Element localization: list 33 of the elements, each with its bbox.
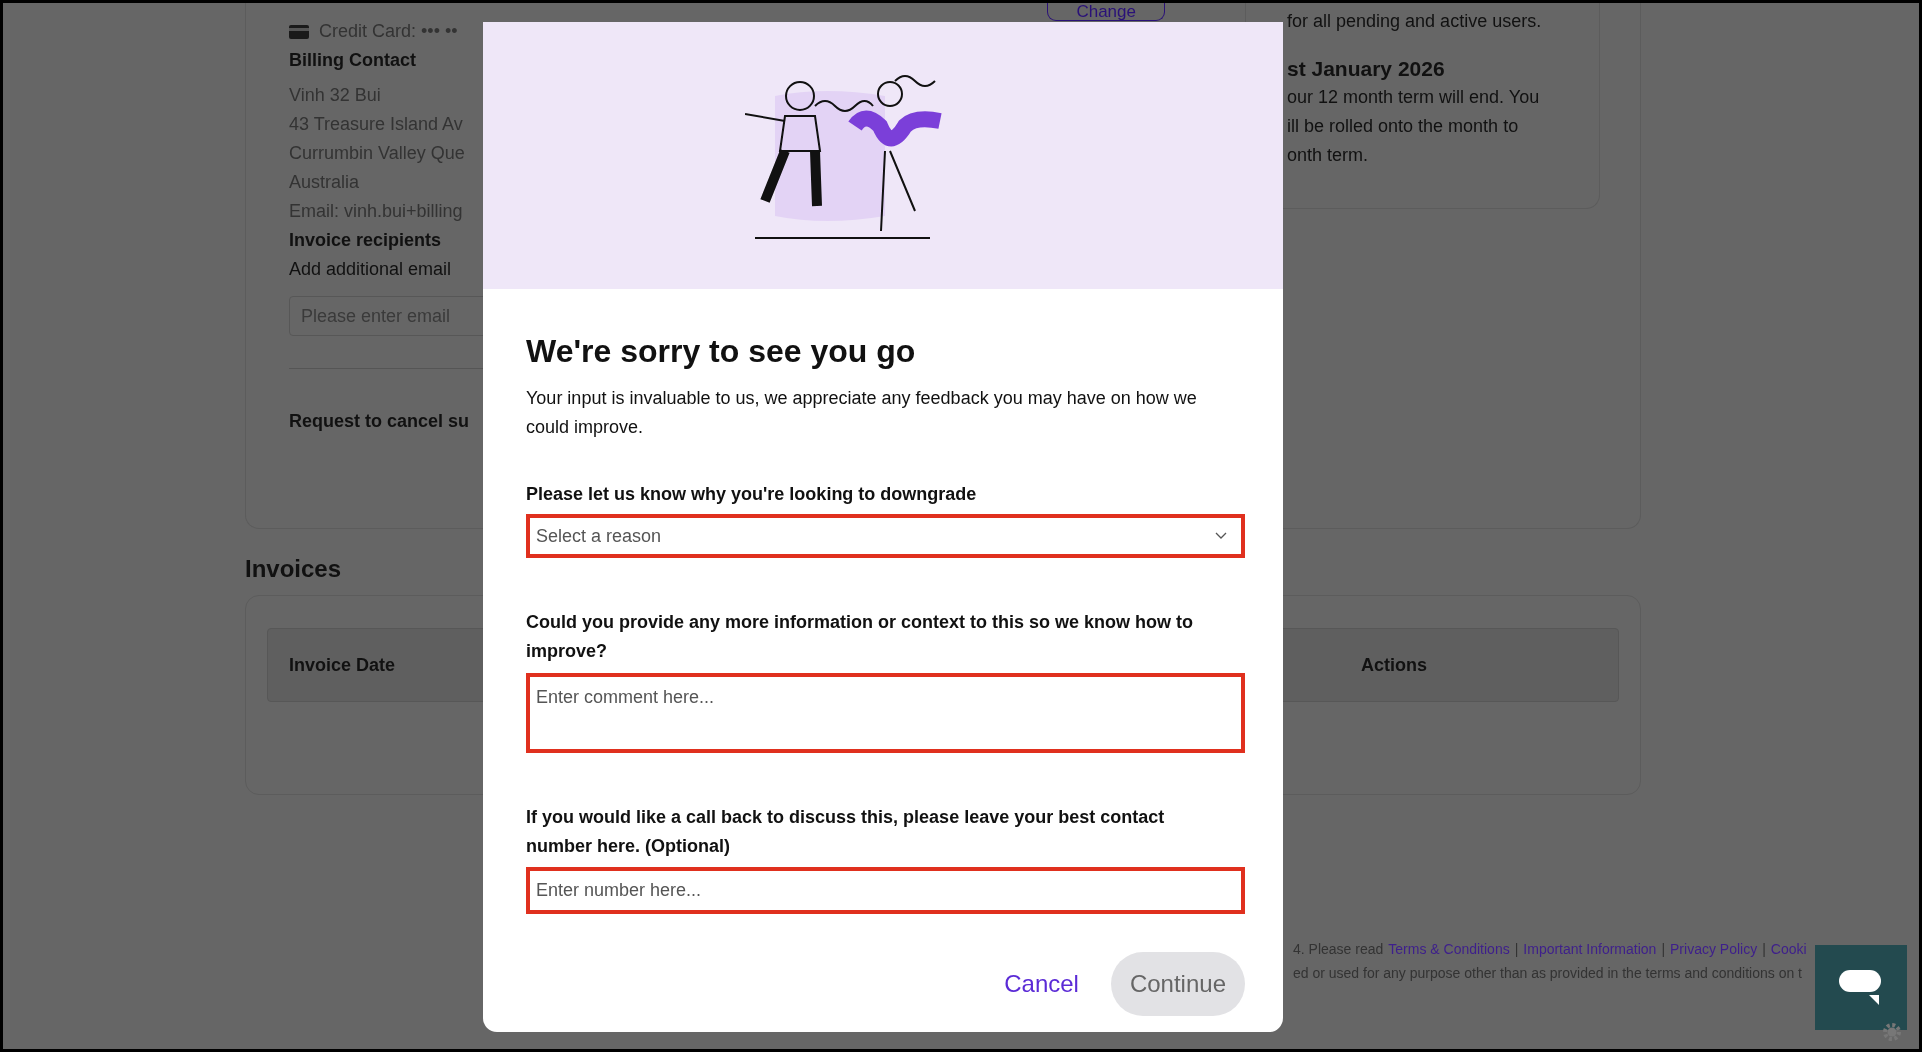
change-button[interactable]: Change (1047, 3, 1165, 21)
term-heading: st January 2026 (1287, 56, 1446, 82)
recipients-hint: Add additional email (289, 258, 453, 281)
cancel-request-label: Request to cancel su (289, 410, 471, 433)
term-text: our 12 month term will end. You (1287, 86, 1541, 109)
credit-card-icon (289, 24, 309, 39)
invoice-recipients-heading: Invoice recipients (289, 229, 443, 252)
cancel-button[interactable]: Cancel (998, 970, 1085, 998)
field-label: Could you provide any more information or context to this so we know how to improve? (526, 611, 1195, 663)
billing-contact-heading: Billing Contact (289, 49, 417, 72)
footer-link[interactable]: Privacy Policy (1670, 941, 1758, 957)
term-text: ill be rolled onto the month to (1287, 115, 1520, 138)
dialog-intro: Your input is invaluable to us, we appreciate any feedback you may have on how we could improve. (526, 387, 1198, 439)
comment-field[interactable]: Enter comment here... (526, 673, 1245, 753)
column-header: Invoice Date (288, 653, 397, 677)
term-text: for all pending and active users. (1287, 10, 1543, 33)
separator: | (1762, 941, 1766, 957)
dialog-title: We're sorry to see you go (526, 333, 917, 370)
field-label: If you would like a call back to discuss this, please leave your best contact number here. (Optional) (526, 806, 1166, 858)
phone-number-field[interactable]: Enter number here... (526, 867, 1245, 914)
footer-link[interactable]: Terms & Conditions (1388, 941, 1510, 957)
reason-select[interactable]: Select a reason (526, 514, 1245, 558)
invoices-heading: Invoices (245, 555, 343, 583)
chevron-down-icon (1215, 532, 1227, 540)
speech-bubble-icon (1839, 969, 1883, 1006)
chat-button[interactable] (1815, 945, 1907, 1030)
footer-link[interactable]: Important Information (1523, 941, 1657, 957)
separator: | (1661, 941, 1666, 957)
term-text: onth term. (1287, 144, 1370, 167)
field-label: Please let us know why you're looking to downgrade (526, 483, 978, 506)
column-header: Actions (1360, 653, 1428, 677)
separator: | (1514, 941, 1519, 957)
footer-link[interactable]: Cooki (1770, 941, 1807, 957)
